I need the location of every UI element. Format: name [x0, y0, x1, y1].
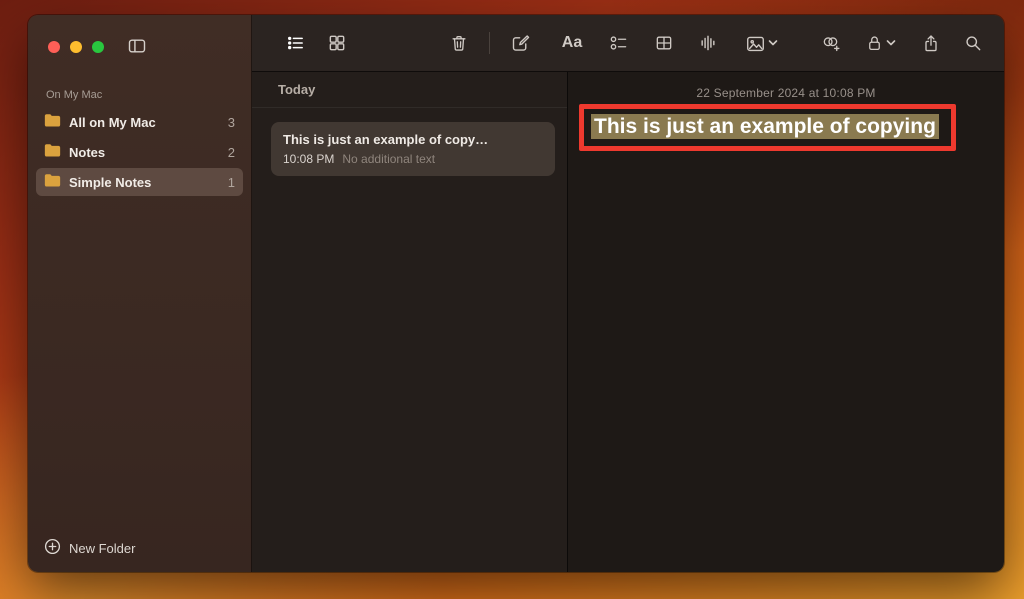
new-folder-label: New Folder	[69, 541, 135, 556]
minimize-window-button[interactable]	[70, 41, 82, 53]
note-item-time: 10:08 PM	[283, 152, 334, 166]
sidebar-item-simple-notes[interactable]: Simple Notes 1	[36, 168, 243, 196]
main-area: Aa	[252, 15, 1004, 572]
list-view-button[interactable]	[280, 29, 310, 57]
format-button[interactable]: Aa	[557, 29, 587, 57]
notes-list: Today This is just an example of copy… 1…	[252, 72, 568, 572]
gallery-view-button[interactable]	[322, 29, 352, 57]
folder-label: All on My Mac	[69, 115, 156, 130]
lock-icon	[865, 33, 884, 53]
note-item-meta: 10:08 PM No additional text	[283, 152, 543, 166]
note-editor[interactable]: 22 September 2024 at 10:08 PM This is ju…	[568, 72, 1004, 572]
note-list-item[interactable]: This is just an example of copy… 10:08 P…	[271, 122, 555, 176]
note-item-preview: No additional text	[342, 152, 435, 166]
content-area: Today This is just an example of copy… 1…	[252, 72, 1004, 572]
toolbar-divider	[489, 32, 490, 54]
compose-note-button[interactable]	[505, 29, 535, 57]
folder-icon	[44, 173, 61, 191]
checklist-button[interactable]	[603, 29, 633, 57]
audio-graph-icon[interactable]	[693, 29, 723, 57]
zoom-window-button[interactable]	[92, 41, 104, 53]
desktop-wallpaper: On My Mac All on My Mac 3 Notes 2 S	[0, 0, 1024, 599]
table-button[interactable]	[649, 29, 679, 57]
folder-label: Simple Notes	[69, 175, 151, 190]
folder-icon	[44, 113, 61, 131]
link-button[interactable]	[815, 29, 845, 57]
sidebar-titlebar	[28, 15, 251, 79]
folder-label: Notes	[69, 145, 105, 160]
note-title-selected-text[interactable]: This is just an example of copying	[591, 114, 939, 139]
folder-count: 1	[228, 175, 235, 190]
annotation-highlight-box: This is just an example of copying	[579, 104, 956, 151]
sidebar-section-header: On My Mac	[46, 89, 251, 101]
lock-button[interactable]	[857, 29, 903, 57]
sidebar-item-all-on-my-mac[interactable]: All on My Mac 3	[36, 108, 243, 136]
chevron-down-icon	[768, 39, 778, 47]
folder-icon	[44, 143, 61, 161]
folder-count: 3	[228, 115, 235, 130]
close-window-button[interactable]	[48, 41, 60, 53]
note-timestamp: 22 September 2024 at 10:08 PM	[568, 86, 1004, 100]
delete-note-button[interactable]	[444, 29, 474, 57]
sidebar-item-notes[interactable]: Notes 2	[36, 138, 243, 166]
sidebar: On My Mac All on My Mac 3 Notes 2 S	[28, 15, 252, 572]
folder-count: 2	[228, 145, 235, 160]
plus-circle-icon	[44, 538, 61, 558]
sidebar-toggle-button[interactable]	[126, 36, 148, 59]
note-item-title: This is just an example of copy…	[283, 132, 543, 147]
notes-window: On My Mac All on My Mac 3 Notes 2 S	[28, 15, 1004, 572]
sidebar-toggle-icon	[126, 36, 148, 59]
media-button[interactable]	[736, 29, 786, 57]
toolbar: Aa	[252, 15, 1004, 72]
photo-icon	[745, 34, 766, 53]
notes-list-header: Today	[252, 72, 567, 108]
window-controls	[48, 41, 104, 53]
search-button[interactable]	[958, 29, 988, 57]
share-button[interactable]	[916, 29, 946, 57]
new-folder-button[interactable]: New Folder	[44, 538, 135, 558]
chevron-down-icon	[886, 39, 896, 47]
sidebar-footer: New Folder	[44, 538, 135, 558]
